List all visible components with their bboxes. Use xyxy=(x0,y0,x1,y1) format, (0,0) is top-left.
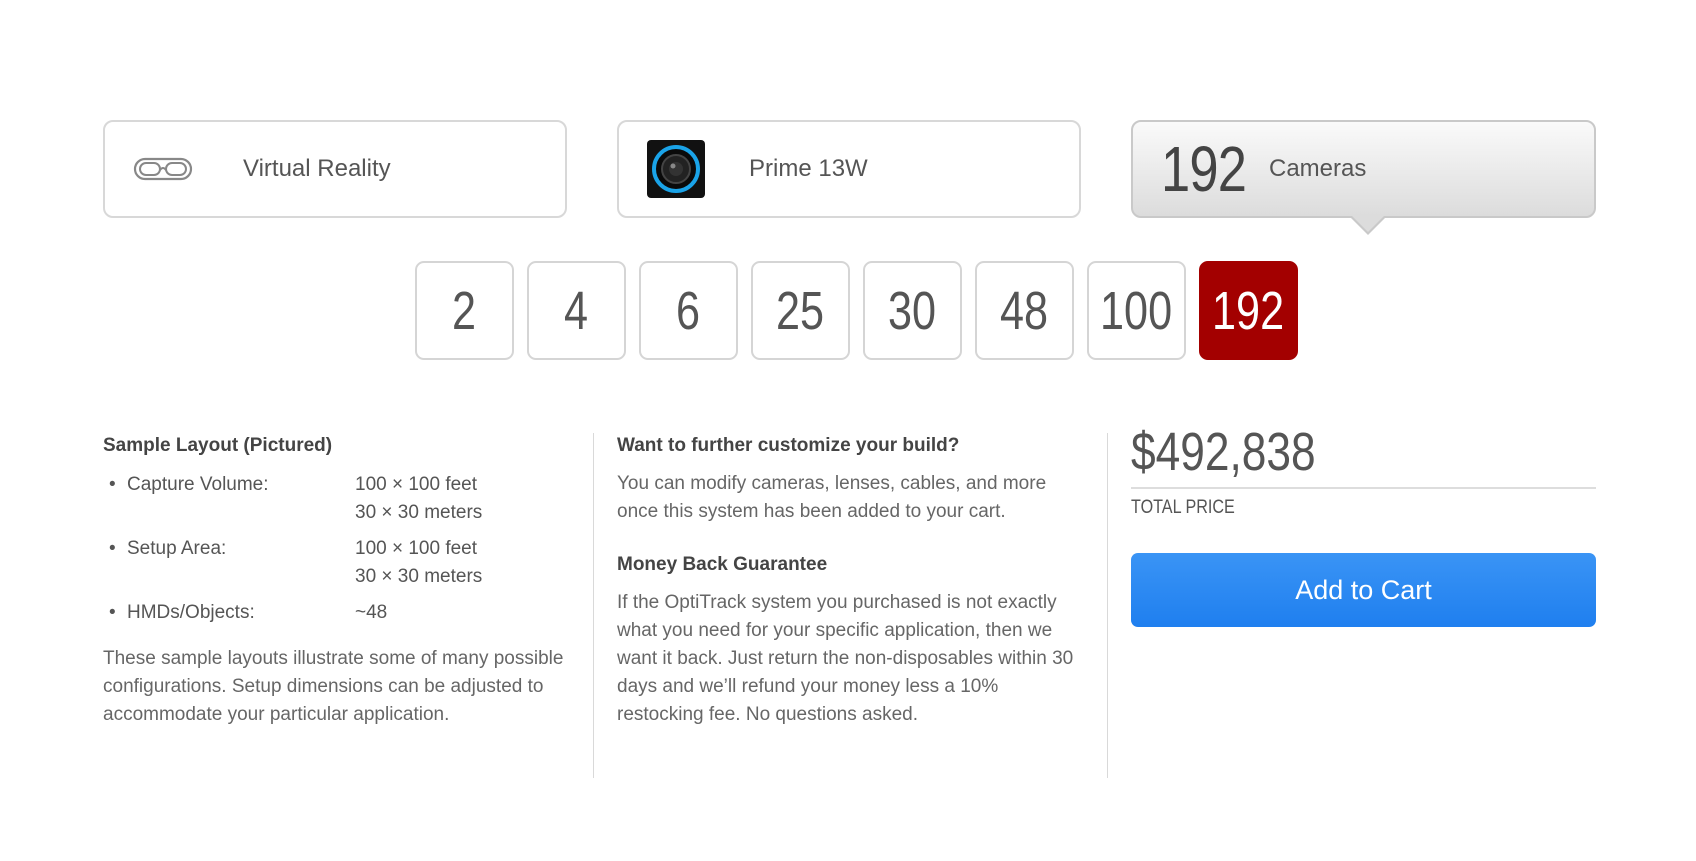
camera-count-options: 2 4 6 25 30 48 100 192 xyxy=(415,261,1298,360)
spec-value: 30 × 30 meters xyxy=(355,566,483,587)
layout-specs-list: • Capture Volume: 100 × 100 feet 30 × 30 … xyxy=(103,471,573,627)
add-to-cart-button[interactable]: Add to Cart xyxy=(1131,553,1596,627)
info-section: Want to further customize your build? Yo… xyxy=(617,435,1087,729)
list-item: • HMDs/Objects: ~48 xyxy=(103,599,573,627)
vr-headset-icon xyxy=(133,156,195,182)
count-option-4[interactable]: 4 xyxy=(527,261,626,360)
spec-value: 100 × 100 feet xyxy=(355,538,478,559)
application-label: Virtual Reality xyxy=(243,155,391,182)
total-price-label: TOTAL PRICE xyxy=(1131,497,1235,518)
camera-count-display[interactable]: 192 Cameras xyxy=(1131,120,1596,218)
list-item: • Capture Volume: 100 × 100 feet 30 × 30 … xyxy=(103,471,573,527)
camera-count-label: Cameras xyxy=(1269,155,1367,182)
count-option-48[interactable]: 48 xyxy=(975,261,1074,360)
guarantee-title: Money Back Guarantee xyxy=(617,554,828,575)
application-selector[interactable]: Virtual Reality xyxy=(103,120,567,218)
count-pointer-arrow xyxy=(1350,216,1386,235)
count-option-25[interactable]: 25 xyxy=(751,261,850,360)
list-item: • Setup Area: 100 × 100 feet 30 × 30 mete… xyxy=(103,535,573,591)
customize-text: You can modify cameras, lenses, cables, … xyxy=(617,473,1047,522)
pricing-section: $492,838 TOTAL PRICE Add to Cart xyxy=(1131,422,1596,627)
camera-model-label: Prime 13W xyxy=(749,155,868,182)
layout-note: These sample layouts illustrate some of … xyxy=(103,648,564,725)
count-option-30[interactable]: 30 xyxy=(863,261,962,360)
camera-thumbnail xyxy=(647,140,705,198)
count-option-192[interactable]: 192 xyxy=(1199,261,1298,360)
guarantee-text: If the OptiTrack system you purchased is… xyxy=(617,592,1074,725)
spec-key: Capture Volume: xyxy=(127,474,269,495)
spec-value: ~48 xyxy=(355,602,388,623)
camera-model-selector[interactable]: Prime 13W xyxy=(617,120,1081,218)
camera-count-value: 192 xyxy=(1161,133,1247,205)
column-divider xyxy=(593,433,594,778)
customize-title: Want to further customize your build? xyxy=(617,435,960,456)
spec-key: Setup Area: xyxy=(127,538,227,559)
spec-value: 100 × 100 feet xyxy=(355,474,478,495)
count-option-100[interactable]: 100 xyxy=(1087,261,1186,360)
spec-value: 30 × 30 meters xyxy=(355,502,483,523)
sample-layout-section: Sample Layout (Pictured) • Capture Volum… xyxy=(103,435,573,729)
count-option-2[interactable]: 2 xyxy=(415,261,514,360)
spec-key: HMDs/Objects: xyxy=(127,602,255,623)
count-option-6[interactable]: 6 xyxy=(639,261,738,360)
sample-layout-title: Sample Layout (Pictured) xyxy=(103,435,333,456)
column-divider xyxy=(1107,433,1108,778)
total-price: $492,838 xyxy=(1131,421,1596,489)
